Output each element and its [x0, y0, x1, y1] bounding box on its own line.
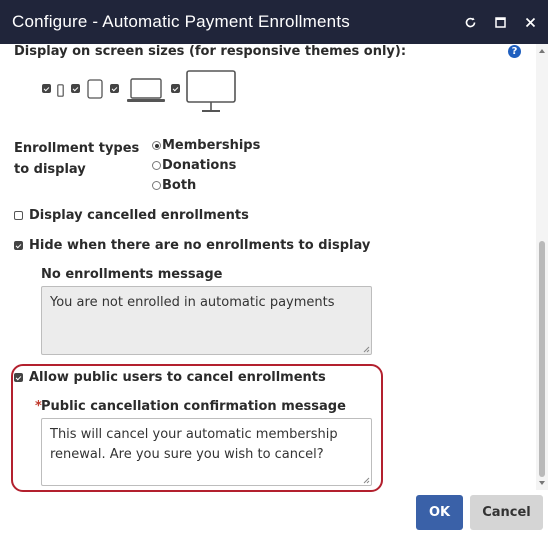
tablet-icon [87, 79, 103, 103]
checkbox-laptop[interactable] [171, 84, 180, 93]
checkbox-tablet[interactable] [110, 84, 119, 93]
radio-memberships[interactable] [152, 141, 161, 150]
phone-small-icon [57, 82, 64, 101]
display-cancelled-label: Display cancelled enrollments [29, 208, 249, 223]
radio-memberships-label: Memberships [162, 138, 261, 153]
display-sizes-label: Display on screen sizes (for responsive … [14, 44, 407, 59]
desktop-icon [186, 70, 236, 118]
vertical-scrollbar[interactable] [536, 44, 548, 490]
checkbox-phone-small[interactable] [42, 84, 51, 93]
highlight-annotation [11, 364, 383, 492]
maximize-icon[interactable] [488, 10, 512, 34]
enrollment-types-label: Enrollment types to display [14, 141, 140, 177]
hide-when-none-checkbox[interactable] [14, 241, 23, 250]
no-enrollments-textarea: You are not enrolled in automatic paymen… [41, 286, 372, 355]
hide-when-none-label: Hide when there are no enrollments to di… [29, 238, 371, 253]
scroll-down-icon[interactable] [538, 479, 546, 487]
help-icon[interactable]: ? [508, 45, 521, 58]
display-cancelled-checkbox[interactable] [14, 211, 23, 220]
no-enrollments-label: No enrollments message [41, 267, 223, 282]
radio-both[interactable] [152, 181, 161, 190]
title-bar: Configure - Automatic Payment Enrollment… [0, 0, 548, 44]
ok-button[interactable]: OK [416, 495, 463, 530]
cancel-button[interactable]: Cancel [470, 495, 543, 530]
refresh-icon[interactable] [458, 10, 482, 34]
close-icon[interactable] [518, 10, 542, 34]
help-icon-glyph: ? [511, 46, 518, 57]
scroll-up-icon[interactable] [538, 47, 546, 55]
laptop-icon [126, 78, 166, 108]
resize-grip-icon[interactable] [362, 345, 370, 353]
radio-both-label: Both [162, 178, 197, 193]
radio-donations[interactable] [152, 161, 161, 170]
no-enrollments-text: You are not enrolled in automatic paymen… [50, 295, 335, 310]
checkbox-phone[interactable] [71, 84, 80, 93]
radio-donations-label: Donations [162, 158, 237, 173]
window-title: Configure - Automatic Payment Enrollment… [12, 12, 350, 31]
scroll-thumb[interactable] [539, 241, 545, 477]
